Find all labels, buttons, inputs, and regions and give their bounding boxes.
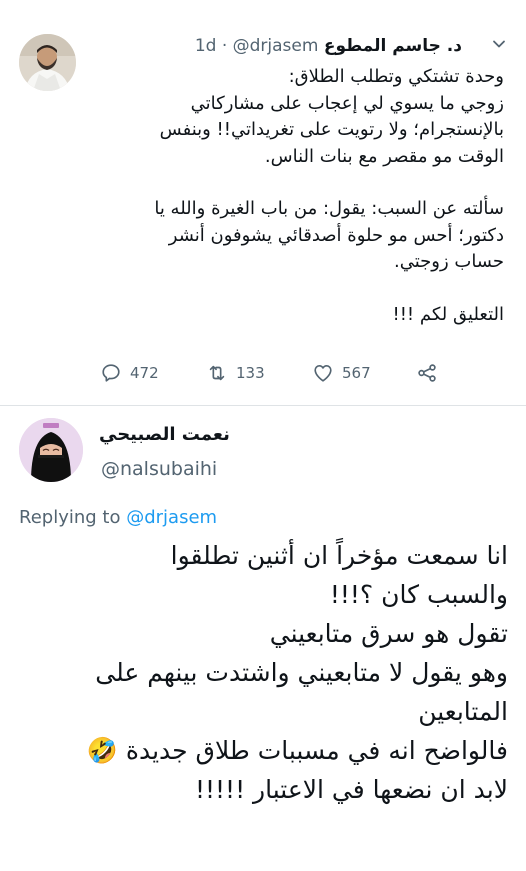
- reply-line: المتابعين: [418, 697, 508, 726]
- reply-count: 472: [130, 364, 159, 382]
- replying-prefix: Replying to: [19, 507, 121, 528]
- reply-line: لابد ان نضعها في الاعتبار !!!!!: [194, 775, 508, 804]
- author-avatar[interactable]: [19, 34, 76, 91]
- tweet-line: بالإنستجرام؛ ولا رتويت على تغريداتي!! وب…: [159, 119, 504, 140]
- replying-to: Replying to @drjasem: [19, 507, 217, 528]
- reply-line: انا سمعت مؤخراً ان أثنين تطلقوا: [170, 541, 508, 570]
- like-button[interactable]: 567: [312, 362, 371, 384]
- tweet-line: حساب زوجتي.: [393, 251, 504, 272]
- share-button[interactable]: [416, 362, 438, 384]
- author-handle[interactable]: @drjasem: [233, 36, 319, 56]
- reply-author-handle[interactable]: @nalsubaihi: [101, 458, 217, 480]
- person-avatar-icon: [19, 34, 76, 91]
- reply-author-avatar[interactable]: [19, 418, 83, 482]
- reply-tweet[interactable]: نعمت الصبيحي @nalsubaihi Replying to @dr…: [0, 406, 526, 871]
- tweet-line: التعليق لكم !!!: [392, 303, 505, 325]
- replying-mention-link[interactable]: @drjasem: [126, 507, 217, 528]
- tweet-line: وحدة تشتكي وتطلب الطلاق:: [288, 66, 504, 87]
- retweet-icon: [209, 365, 225, 381]
- reply-line: والسبب كان ؟!!!: [329, 580, 508, 609]
- original-tweet[interactable]: د. جاسم المطوع @drjasem · 1d وحدة تشتكي …: [0, 0, 526, 405]
- reply-line: وهو يقول لا متابعيني واشتدت بينهم على: [95, 658, 508, 687]
- author-name[interactable]: د. جاسم المطوع: [324, 36, 462, 56]
- tweet-line: زوجي ما يسوي لي إعجاب على مشاركاتي: [190, 92, 504, 114]
- share-icon: [418, 364, 436, 382]
- like-count: 567: [342, 364, 371, 382]
- reply-line: تقول هو سرق متابعيني: [269, 619, 508, 648]
- tweet-line: سألته عن السبب: يقول: من باب الغيرة والل…: [154, 198, 504, 219]
- time-separator: ·: [221, 36, 228, 56]
- reply-line: فالواضح انه في مسببات طلاق جديدة 🤣: [86, 736, 508, 765]
- retweet-count: 133: [236, 364, 265, 382]
- tweet-line: الوقت مو مقصر مع بنات الناس.: [264, 145, 504, 167]
- tweet-header: د. جاسم المطوع @drjasem · 1d: [195, 36, 462, 56]
- tweet-line: دكتور؛ أحس مو حلوة أصدقائي يشوفون أنشر: [168, 224, 504, 246]
- reply-text: انا سمعت مؤخراً ان أثنين تطلقوا والسبب ك…: [18, 536, 508, 809]
- reply-author-name[interactable]: نعمت الصبيحي: [99, 424, 230, 445]
- reply-icon: [102, 364, 120, 382]
- chevron-down-icon[interactable]: [492, 36, 506, 50]
- reply-button[interactable]: 472: [100, 362, 159, 384]
- tweet-time[interactable]: 1d: [195, 36, 217, 56]
- retweet-button[interactable]: 133: [206, 362, 265, 384]
- heart-icon: [314, 365, 332, 382]
- tweet-text: وحدة تشتكي وتطلب الطلاق: زوجي ما يسوي لي…: [84, 64, 504, 328]
- niqab-avatar-icon: [19, 418, 83, 482]
